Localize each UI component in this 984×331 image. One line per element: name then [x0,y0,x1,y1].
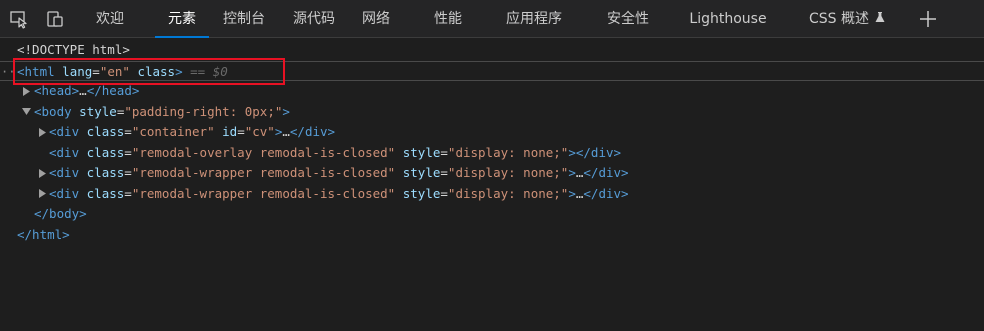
tag-name: <div [49,124,80,139]
attr-value: "display: none;" [447,165,569,180]
attr-value: "remodal-overlay remodal-is-closed" [131,144,396,160]
attr-name: style [402,185,441,201]
tab-lighthouse[interactable]: Lighthouse [684,0,772,38]
body-close-tag: </body> [34,206,87,221]
dom-tree: <!DOCTYPE html> ·· <html lang="en" class… [0,40,984,245]
expand-arrow-icon[interactable] [37,163,47,184]
dom-node-div-container[interactable]: <div class="container" id="cv">…</div> [0,122,984,143]
tag-close: </div> [575,144,622,160]
div-tag: <div class="remodal-wrapper remodal-is-c… [49,163,629,184]
attr-value: "padding-right: 0px;" [124,103,283,119]
tab-css-overview-label: CSS 概述 [809,11,869,27]
div-tag: <div class="remodal-wrapper remodal-is-c… [49,184,629,205]
attr-value: "display: none;" [447,185,569,201]
tab-application[interactable]: 应用程序 [499,0,569,38]
attr-name: id [222,124,238,139]
tag-name: <div [49,165,80,180]
tag-end: > [282,103,290,119]
attr-eq: = [124,185,132,201]
tag-close: </head> [86,83,140,98]
dom-node-body-close[interactable]: </body> [0,204,984,225]
attr-value: "remodal-wrapper remodal-is-closed" [131,165,396,180]
add-tab-plus-icon[interactable] [914,0,942,38]
dom-node-html-selected[interactable]: ·· <html lang="en" class> == $0 [0,60,984,83]
attr-eq: = [92,63,100,79]
attr-name: class [137,63,176,79]
attr-value: "cv" [244,124,275,139]
html-open-tag: <html lang="en" class> == $0 [17,62,228,83]
head-tag: <head>…</head> [34,81,139,102]
tag-name: <div [49,185,80,201]
dom-node-body[interactable]: <body style="padding-right: 0px;"> [0,102,984,123]
attr-name: lang [62,63,93,79]
inspect-element-icon[interactable] [2,0,36,38]
attr-name: class [86,144,125,160]
collapse-arrow-icon[interactable] [21,102,31,123]
console-ref: == $0 [190,63,228,79]
tab-network[interactable]: 网络 [354,0,398,38]
dom-node-doctype[interactable]: <!DOCTYPE html> [0,40,984,61]
attr-eq: = [440,144,448,160]
expand-arrow-icon[interactable] [37,184,47,205]
attr-name: style [402,165,441,180]
tag-end: > [568,165,576,180]
tag-name: <html [17,63,55,79]
tab-performance[interactable]: 性能 [426,0,470,38]
dom-node-div-remodal-overlay[interactable]: <div class="remodal-overlay remodal-is-c… [0,143,984,164]
dom-node-div-remodal-wrapper[interactable]: <div class="remodal-wrapper remodal-is-c… [0,163,984,184]
tag-close: </div> [289,124,336,139]
dom-node-head[interactable]: <head>…</head> [0,81,984,102]
expand-arrow-icon[interactable] [37,122,47,143]
beaker-icon [875,0,885,38]
tag-close: </div> [583,165,629,180]
attr-value: "display: none;" [447,144,569,160]
tag-name: <body [34,103,72,119]
attr-name: style [79,103,117,119]
attr-name: class [86,165,125,180]
tag-end: > [175,63,183,79]
attr-value: "en" [99,63,130,79]
expand-arrow-icon[interactable] [21,81,31,102]
tab-sources[interactable]: 源代码 [285,0,343,38]
tag-close: </div> [583,185,629,201]
attr-name: class [86,185,125,201]
attr-eq: = [124,165,132,180]
attr-name: class [86,124,125,139]
tab-elements[interactable]: 元素 [155,0,209,38]
dom-node-html-close[interactable]: </html> [0,225,984,246]
html-close-tag: </html> [17,226,70,242]
attr-eq: = [124,144,132,160]
attr-eq: = [440,165,448,180]
tab-welcome[interactable]: 欢迎 [83,0,137,38]
attr-value: "remodal-wrapper remodal-is-closed" [131,185,396,201]
ellipsis: … [79,83,87,98]
attr-name: style [402,144,441,160]
devtools-toolbar: 欢迎 元素 控制台 源代码 网络 性能 应用程序 安全性 Lighthouse … [0,0,984,38]
attr-eq: = [237,124,245,139]
tag-name: <div [49,144,80,160]
tag-end: > [568,144,576,160]
row-actions-dots[interactable]: ·· [1,62,15,83]
body-open-tag: <body style="padding-right: 0px;"> [34,102,290,123]
ellipsis: … [282,124,290,139]
dom-node-div-remodal-wrapper[interactable]: <div class="remodal-wrapper remodal-is-c… [0,184,984,205]
device-emulation-icon[interactable] [38,0,72,38]
div-tag: <div class="remodal-overlay remodal-is-c… [49,143,621,164]
tab-console[interactable]: 控制台 [216,0,272,38]
doctype-text: <!DOCTYPE html> [17,42,130,57]
div-tag: <div class="container" id="cv">…</div> [49,122,335,143]
tab-css-overview[interactable]: CSS 概述 [800,0,894,38]
tag-name: <head> [34,83,80,98]
attr-eq: = [440,185,448,201]
attr-eq: = [124,124,132,139]
attr-value: "container" [131,124,215,139]
tab-security[interactable]: 安全性 [598,0,658,38]
tag-end: > [568,185,576,201]
